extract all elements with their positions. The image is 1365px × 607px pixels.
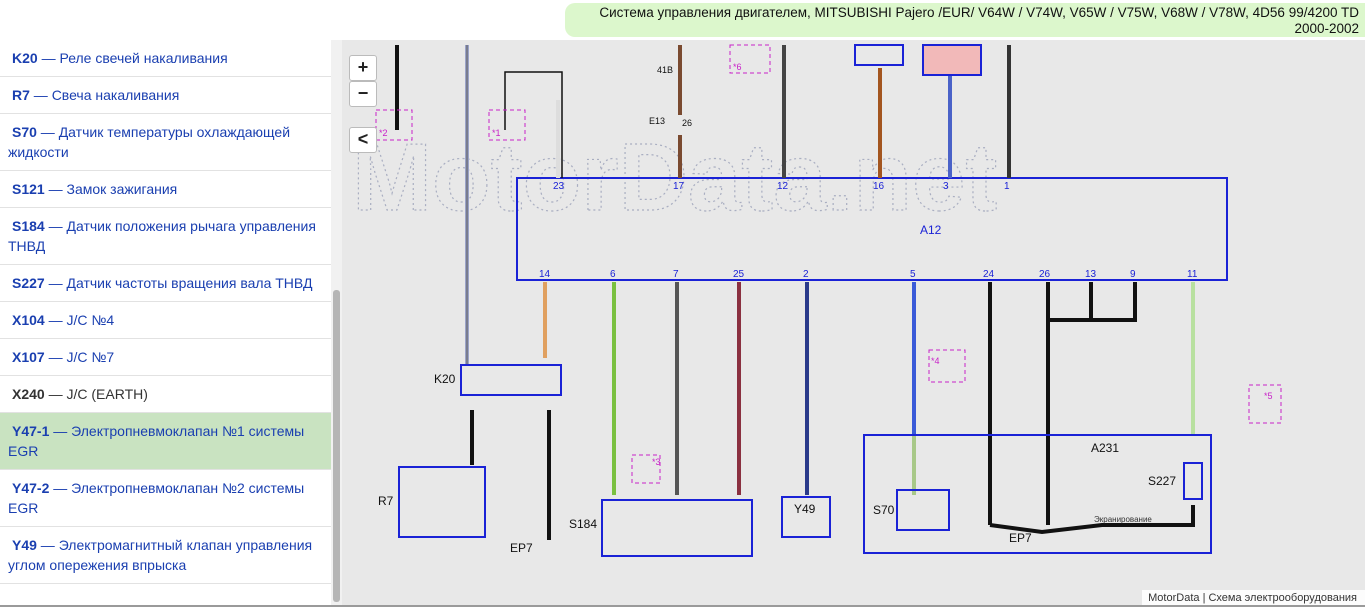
component-list: K20 — Реле свечей накаливания R7 — Свеча… <box>0 40 331 584</box>
list-item-x107[interactable]: X107 — J/C №7 <box>0 339 331 376</box>
connector-label: E13 <box>649 116 665 126</box>
component-label: A231 <box>1091 441 1119 455</box>
ref-label: *1 <box>492 128 501 138</box>
item-label: J/C №4 <box>66 312 115 328</box>
item-label: Датчик положения рычага управления ТНВД <box>8 218 316 254</box>
footer-text: Схема электрооборудования <box>1208 592 1357 604</box>
wiring-diagram-viewport[interactable]: MotorData.net A12 23 17 12 16 3 1 14 6 7… <box>342 40 1365 605</box>
item-code: Y47-1 <box>12 423 50 439</box>
item-code: X240 <box>12 386 45 402</box>
page-title: Система управления двигателем, MITSUBISH… <box>565 3 1365 37</box>
list-item-s184[interactable]: S184 — Датчик положения рычага управлени… <box>0 208 331 265</box>
item-code: R7 <box>12 87 30 103</box>
component-label: S70 <box>873 503 895 517</box>
ecu-pin: 12 <box>777 181 789 192</box>
component-label: R7 <box>378 494 394 508</box>
ecu-pin: 11 <box>1187 269 1198 280</box>
zoom-in-button[interactable]: + <box>349 55 377 81</box>
item-label: Свеча накаливания <box>51 87 180 103</box>
item-label: Замок зажигания <box>66 181 178 197</box>
ref-label: *5 <box>1264 391 1273 401</box>
item-label: Электропневмоклапан №1 системы EGR <box>8 423 305 459</box>
ecu-pin: 16 <box>873 181 885 192</box>
item-label: J/C №7 <box>66 349 115 365</box>
ecu-pin: 17 <box>673 181 685 192</box>
sensor-block-a231 <box>863 434 1212 554</box>
item-code: S121 <box>12 181 45 197</box>
item-code: Y47-2 <box>12 480 50 496</box>
list-item-s121[interactable]: S121 — Замок зажигания <box>0 171 331 208</box>
list-item-x240[interactable]: X240 — J/C (EARTH) <box>0 376 331 413</box>
item-code: Y49 <box>12 537 37 553</box>
valve-symbol-highlight <box>922 44 982 76</box>
list-item-x104[interactable]: X104 — J/C №4 <box>0 302 331 339</box>
ecu-a12-label: A12 <box>920 223 942 237</box>
zoom-out-button[interactable]: − <box>349 81 377 107</box>
wiring-diagram: MotorData.net A12 23 17 12 16 3 1 14 6 7… <box>351 44 1282 557</box>
item-code: X107 <box>12 349 45 365</box>
ecu-pin: 3 <box>943 181 949 192</box>
sensor-s70 <box>896 489 950 531</box>
component-label: S227 <box>1148 474 1176 488</box>
connector-label: 26 <box>682 118 692 128</box>
ecu-pin: 6 <box>610 269 616 280</box>
footer-brand-link[interactable]: MotorData <box>1148 592 1199 604</box>
ref-label: *6 <box>733 62 742 72</box>
ecu-pin: 23 <box>553 181 565 192</box>
glow-plugs-r7 <box>398 466 486 538</box>
wire <box>989 505 1195 535</box>
component-label: K20 <box>434 372 456 386</box>
ref-label: *2 <box>379 128 388 138</box>
sensor-s227 <box>1183 462 1203 500</box>
list-item-y49[interactable]: Y49 — Электромагнитный клапан управления… <box>0 527 331 584</box>
sidebar-scrollbar[interactable] <box>331 40 342 605</box>
ecu-pin: 7 <box>673 269 679 280</box>
list-item-k20[interactable]: K20 — Реле свечей накаливания <box>0 40 331 77</box>
ref-label: *4 <box>931 356 940 366</box>
item-label: Датчик температуры охлаждающей жидкости <box>8 124 291 160</box>
item-label: Реле свечей накаливания <box>59 50 228 66</box>
list-item-s70[interactable]: S70 — Датчик температуры охлаждающей жид… <box>0 114 331 171</box>
list-item-r7[interactable]: R7 — Свеча накаливания <box>0 77 331 114</box>
item-label: Электромагнитный клапан управления углом… <box>8 537 313 573</box>
connector-label: 41B <box>657 65 673 75</box>
item-label: Датчик частоты вращения вала ТНВД <box>66 275 313 291</box>
item-label: Электропневмоклапан №2 системы EGR <box>8 480 305 516</box>
list-item-y47-2[interactable]: Y47-2 — Электропневмоклапан №2 системы E… <box>0 470 331 527</box>
collapse-panel-button[interactable]: < <box>349 127 377 153</box>
wire <box>1048 282 1137 322</box>
item-code: K20 <box>12 50 38 66</box>
list-item-s227[interactable]: S227 — Датчик частоты вращения вала ТНВД <box>0 265 331 302</box>
sidebar-scroll-thumb[interactable] <box>333 290 340 602</box>
footer-separator: | <box>1202 592 1206 604</box>
title-line-1: Система управления двигателем, MITSUBISH… <box>599 5 1359 20</box>
ecu-pin: 5 <box>910 269 916 280</box>
ecu-pin: 1 <box>1004 181 1010 192</box>
title-line-2: 2000-2002 <box>1294 21 1359 36</box>
valve-symbol <box>854 44 904 66</box>
relay-k20 <box>460 364 562 396</box>
component-label: S184 <box>569 517 597 531</box>
ecu-pin: 14 <box>539 269 551 280</box>
item-code: X104 <box>12 312 45 328</box>
shield-label: Экранирование <box>1094 515 1152 524</box>
component-label: EP7 <box>510 541 533 555</box>
ecu-pin: 26 <box>1039 269 1051 280</box>
ecu-pin: 2 <box>803 269 809 280</box>
ecu-pin: 9 <box>1130 269 1136 280</box>
component-label: Y49 <box>794 502 816 516</box>
item-code: S70 <box>12 124 37 140</box>
sensor-s184 <box>601 499 753 557</box>
ecu-pin: 24 <box>983 269 995 280</box>
list-item-y47-1[interactable]: Y47-1 — Электропневмоклапан №1 системы E… <box>0 413 331 470</box>
item-code: S184 <box>12 218 45 234</box>
ref-marker <box>928 349 966 383</box>
item-code: S227 <box>12 275 45 291</box>
ecu-pin: 25 <box>733 269 745 280</box>
ref-label: *3 <box>652 457 661 467</box>
ecu-pin: 13 <box>1085 269 1097 280</box>
item-label: J/C (EARTH) <box>66 386 148 402</box>
component-list-panel: K20 — Реле свечей накаливания R7 — Свеча… <box>0 40 342 605</box>
component-label: EP7 <box>1009 531 1032 545</box>
